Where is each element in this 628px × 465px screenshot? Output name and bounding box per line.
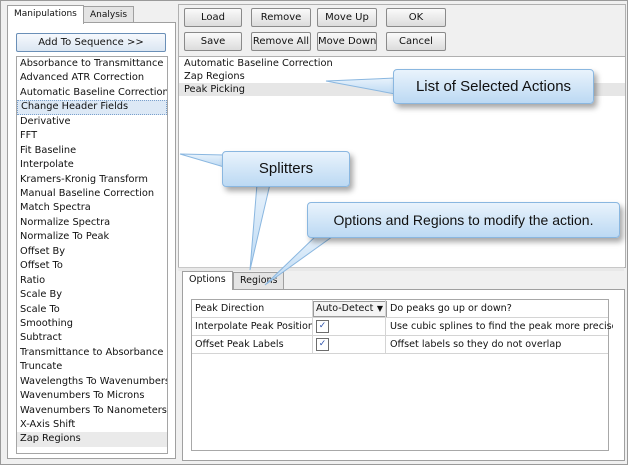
list-item[interactable]: Advanced ATR Correction <box>17 71 167 85</box>
options-panel: Peak Direction Auto-Detect ▼ Do peaks go… <box>182 289 625 461</box>
option-row-peak-direction: Peak Direction Auto-Detect ▼ Do peaks go… <box>192 300 608 318</box>
list-item[interactable]: Absorbance to Transmittance <box>17 57 167 71</box>
option-row-offset-labels: Offset Peak Labels ✓ Offset labels so th… <box>192 336 608 354</box>
option-name: Interpolate Peak Positions <box>192 318 313 335</box>
tab-regions[interactable]: Regions <box>233 272 285 289</box>
list-item-focused[interactable]: Change Header Fields <box>17 100 167 115</box>
option-description: Use cubic splines to find the peak more … <box>385 318 613 335</box>
sequence-toolbar: Load Remove Move Up OK Save Remove All M… <box>178 4 626 57</box>
list-item[interactable]: Interpolate <box>17 158 167 172</box>
list-item[interactable]: Kramers-Kronig Transform <box>17 173 167 187</box>
peak-direction-value: Auto-Detect <box>316 303 374 314</box>
list-item[interactable]: Automatic Baseline Correction <box>17 86 167 100</box>
list-item[interactable]: Wavenumbers To Microns <box>17 389 167 403</box>
tab-manipulations[interactable]: Manipulations <box>7 5 84 24</box>
tab-analysis[interactable]: Analysis <box>83 6 135 23</box>
option-row-interpolate: Interpolate Peak Positions ✓ Use cubic s… <box>192 318 613 336</box>
option-description: Offset labels so they do not overlap <box>385 336 613 353</box>
list-item[interactable]: Ratio <box>17 274 167 288</box>
chevron-down-icon: ▼ <box>376 304 383 313</box>
ok-button[interactable]: OK <box>386 8 446 27</box>
list-item[interactable]: Fit Baseline <box>17 144 167 158</box>
remove-all-button[interactable]: Remove All <box>251 32 311 51</box>
list-item[interactable]: Smoothing <box>17 317 167 331</box>
remove-button[interactable]: Remove <box>251 8 311 27</box>
list-item[interactable]: Wavelengths To Wavenumbers <box>17 375 167 389</box>
option-name: Peak Direction <box>192 300 313 317</box>
list-item[interactable]: Scale By <box>17 288 167 302</box>
list-item[interactable]: FFT <box>17 129 167 143</box>
list-item[interactable]: Zap Regions <box>17 432 167 447</box>
manipulations-list[interactable]: Absorbance to Transmittance Advanced ATR… <box>16 56 168 454</box>
list-item[interactable]: Transmittance to Absorbance <box>17 346 167 360</box>
peak-direction-select[interactable]: Auto-Detect ▼ <box>313 301 387 317</box>
options-grid: Peak Direction Auto-Detect ▼ Do peaks go… <box>191 299 613 451</box>
move-up-button[interactable]: Move Up <box>317 8 377 27</box>
add-to-sequence-button[interactable]: Add To Sequence >> <box>16 33 166 52</box>
list-item[interactable]: Offset By <box>17 245 167 259</box>
offset-labels-checkbox[interactable]: ✓ <box>316 338 329 351</box>
save-button[interactable]: Save <box>184 32 242 51</box>
option-description: Do peaks go up or down? <box>385 300 613 317</box>
callout-options-regions: Options and Regions to modify the action… <box>307 202 620 238</box>
load-button[interactable]: Load <box>184 8 242 27</box>
option-name: Offset Peak Labels <box>192 336 313 353</box>
move-down-button[interactable]: Move Down <box>317 32 377 51</box>
list-item[interactable]: Normalize To Peak <box>17 230 167 244</box>
list-item[interactable]: Offset To <box>17 259 167 273</box>
list-item[interactable]: Wavenumbers To Nanometers <box>17 404 167 418</box>
list-item[interactable]: Truncate <box>17 360 167 374</box>
list-item[interactable]: X-Axis Shift <box>17 418 167 432</box>
list-item[interactable]: Subtract <box>17 331 167 345</box>
list-item[interactable]: Match Spectra <box>17 201 167 215</box>
list-item[interactable]: Derivative <box>17 115 167 129</box>
callout-splitters: Splitters <box>222 151 350 187</box>
horizontal-splitter[interactable] <box>178 267 624 271</box>
tab-options[interactable]: Options <box>182 271 233 290</box>
manipulations-panel: Add To Sequence >> Absorbance to Transmi… <box>7 22 176 459</box>
callout-selected-actions: List of Selected Actions <box>393 69 594 104</box>
list-item[interactable]: Normalize Spectra <box>17 216 167 230</box>
interpolate-checkbox[interactable]: ✓ <box>316 320 329 333</box>
cancel-button[interactable]: Cancel <box>386 32 446 51</box>
list-item[interactable]: Manual Baseline Correction <box>17 187 167 201</box>
list-item[interactable]: Scale To <box>17 303 167 317</box>
